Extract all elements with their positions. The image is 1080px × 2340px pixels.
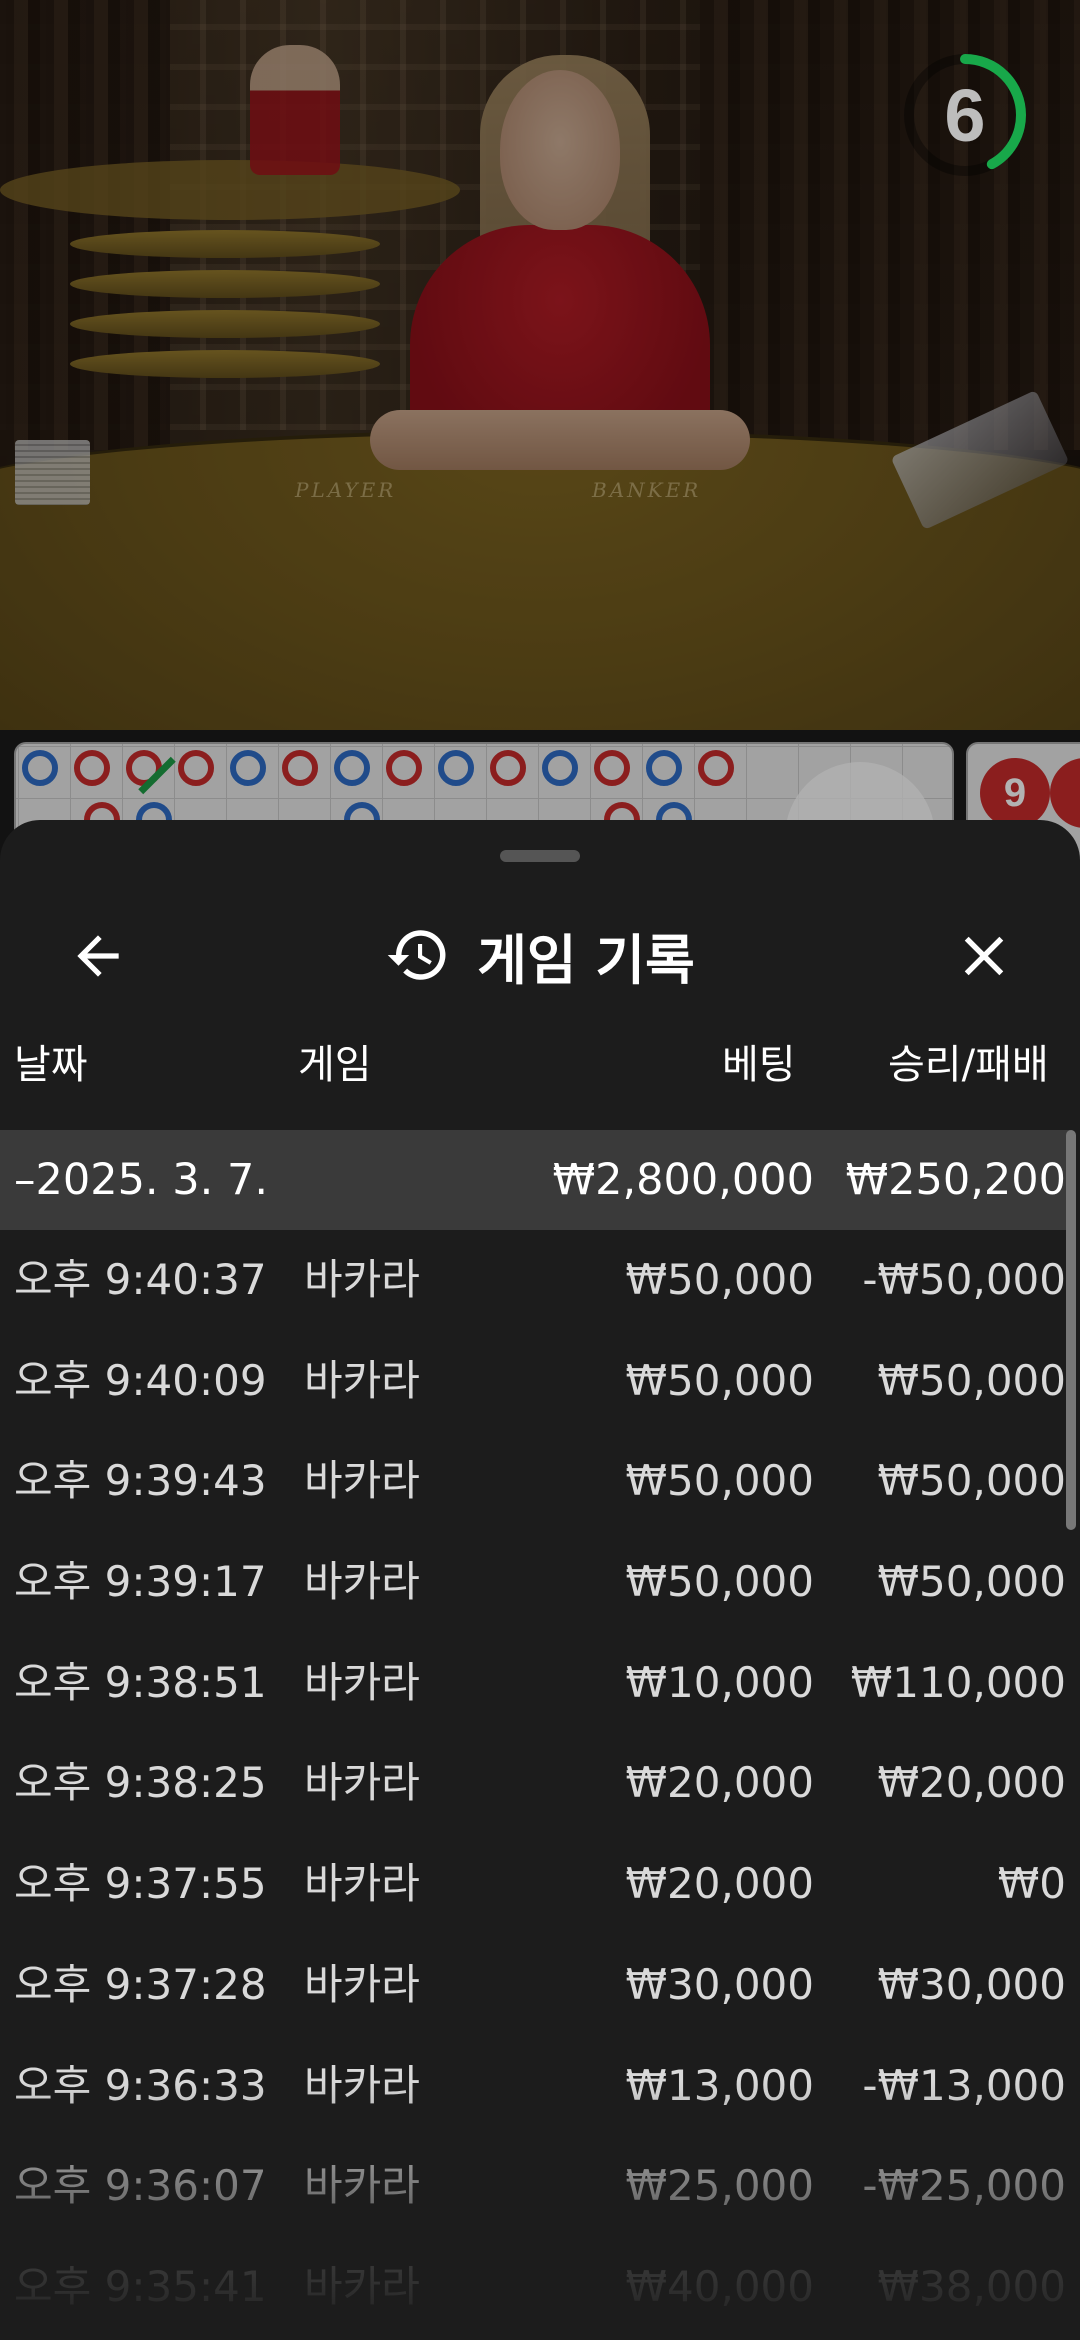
group-date: –2025. 3. 7. [14, 1155, 268, 1205]
history-clock-icon [387, 930, 446, 980]
countdown-value: 6 [944, 73, 986, 157]
row-bet: ₩50,000 [625, 1255, 815, 1304]
row-game: 바카라 [304, 1255, 420, 1304]
game-history-sheet: 게임 기록 날짜 게임 베팅 승리/패배 –2025. 3. 7. ₩2,800… [0, 820, 1080, 2340]
row-game: 바카라 [304, 1859, 420, 1909]
group-bet-total: ₩2,800,000 [552, 1155, 814, 1205]
row-bet: ₩13,000 [625, 2060, 815, 2110]
row-result: -₩25,000 [862, 2161, 1066, 2211]
row-result: ₩50,000 [877, 1456, 1067, 1506]
row-time: 오후 9:37:55 [14, 1859, 267, 1909]
row-bet: ₩50,000 [625, 1456, 815, 1506]
row-time: 오후 9:38:51 [14, 1657, 267, 1707]
row-game: 바카라 [304, 1758, 420, 1808]
row-bet: ₩20,000 [625, 1758, 815, 1808]
row-bet: ₩25,000 [625, 2161, 815, 2211]
row-result: ₩110,000 [850, 1657, 1066, 1707]
row-game: 바카라 [304, 1456, 420, 1506]
row-game: 바카라 [304, 2060, 420, 2110]
history-row[interactable]: 오후 9:40:09 바카라 ₩50,000 ₩50,000 [0, 1331, 1080, 1432]
row-game: 바카라 [304, 1959, 420, 2009]
row-time: 오후 9:36:33 [14, 2060, 267, 2110]
history-row[interactable]: 오후 9:36:07 바카라 ₩25,000 -₩25,000 [0, 2136, 1080, 2237]
group-result-total: ₩250,200 [845, 1155, 1066, 1205]
history-row[interactable]: 오후 9:39:43 바카라 ₩50,000 ₩50,000 [0, 1431, 1080, 1532]
row-time: 오후 9:35:41 [14, 2261, 267, 2311]
column-header-bet: 베팅 [722, 1042, 796, 1088]
close-x-icon [964, 936, 1004, 976]
history-row[interactable]: 오후 9:35:41 바카라 ₩40,000 ₩38,000 [0, 2237, 1080, 2338]
history-row[interactable]: 오후 9:36:33 바카라 ₩13,000 -₩13,000 [0, 2036, 1080, 2137]
history-row[interactable]: 오후 9:37:55 바카라 ₩20,000 ₩0 [0, 1834, 1080, 1935]
row-time: 오후 9:39:17 [14, 1557, 267, 1607]
row-game: 바카라 [304, 1657, 420, 1707]
row-bet: ₩30,000 [625, 1959, 815, 2009]
sheet-drag-handle[interactable] [500, 850, 580, 862]
row-game: 바카라 [304, 1557, 420, 1607]
history-row[interactable]: 오후 9:37:28 바카라 ₩30,000 ₩30,000 [0, 1935, 1080, 2036]
history-row[interactable]: 오후 9:38:51 바카라 ₩10,000 ₩110,000 [0, 1633, 1080, 1734]
history-list: 오후 9:40:37 바카라 ₩50,000 -₩50,000 오후 9:40:09 바카… [0, 1230, 1080, 2338]
date-group-row[interactable]: –2025. 3. 7. ₩2,800,000 ₩250,200 [0, 1130, 1070, 1230]
row-bet: ₩50,000 [625, 1557, 815, 1607]
sheet-header: 게임 기록 [0, 890, 1080, 1010]
row-result: ₩30,000 [877, 1959, 1067, 2009]
row-result: -₩13,000 [862, 2060, 1066, 2110]
row-bet: ₩50,000 [625, 1355, 815, 1405]
close-button[interactable] [944, 916, 1024, 996]
row-result: -₩50,000 [862, 1255, 1066, 1304]
title-group: 게임 기록 [0, 890, 1080, 1020]
row-time: 오후 9:38:25 [14, 1758, 267, 1808]
countdown-timer: 6 [900, 50, 1030, 180]
row-time: 오후 9:40:37 [14, 1255, 267, 1304]
live-video-stream: PLAYER BANKER 6 [0, 0, 1080, 730]
column-header-date: 날짜 [14, 1042, 88, 1088]
row-game: 바카라 [304, 2261, 420, 2311]
sheet-title: 게임 기록 [477, 928, 695, 992]
row-bet: ₩10,000 [625, 1657, 815, 1707]
row-result: ₩50,000 [877, 1557, 1067, 1607]
column-header-result: 승리/패배 [888, 1042, 1049, 1088]
row-bet: ₩20,000 [625, 1859, 815, 1909]
row-time: 오후 9:37:28 [14, 1959, 267, 2009]
row-time: 오후 9:39:43 [14, 1456, 267, 1506]
history-row[interactable]: 오후 9:40:37 바카라 ₩50,000 -₩50,000 [0, 1230, 1080, 1331]
row-bet: ₩40,000 [625, 2261, 815, 2311]
row-time: 오후 9:40:09 [14, 1355, 267, 1405]
row-time: 오후 9:36:07 [14, 2161, 267, 2211]
arrow-left-icon [77, 935, 119, 977]
row-result: ₩50,000 [877, 1355, 1067, 1405]
column-header-game: 게임 [298, 1042, 372, 1088]
history-row[interactable]: 오후 9:38:25 바카라 ₩20,000 ₩20,000 [0, 1733, 1080, 1834]
row-result: ₩38,000 [877, 2261, 1067, 2311]
back-button[interactable] [58, 916, 138, 996]
row-game: 바카라 [304, 2161, 420, 2211]
row-result: ₩20,000 [877, 1758, 1067, 1808]
row-result: ₩0 [997, 1859, 1066, 1909]
row-game: 바카라 [304, 1355, 420, 1405]
history-row[interactable]: 오후 9:39:17 바카라 ₩50,000 ₩50,000 [0, 1532, 1080, 1633]
